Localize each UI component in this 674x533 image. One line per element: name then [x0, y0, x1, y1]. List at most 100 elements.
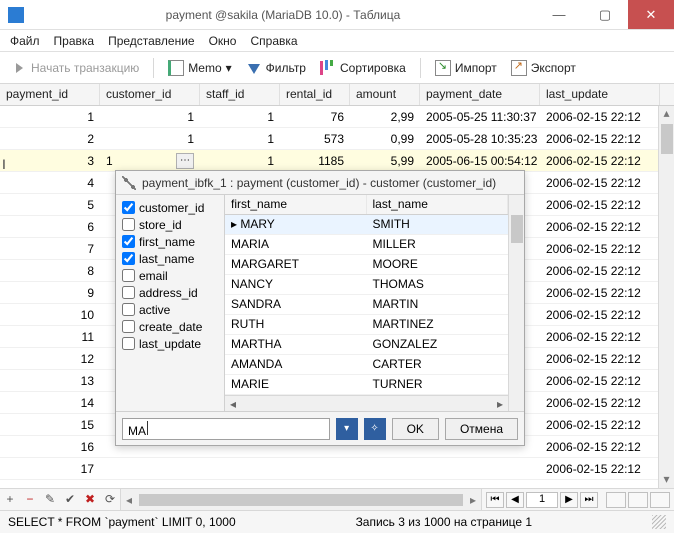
cell-payment-id[interactable]: 17 [0, 460, 100, 478]
fk-column-check[interactable]: create_date [122, 318, 218, 335]
export-button[interactable]: Экспорт [507, 58, 580, 78]
pager-prev[interactable]: ◀ [506, 492, 524, 508]
checkbox[interactable] [122, 269, 135, 282]
col-rental-id[interactable]: rental_id [280, 84, 350, 105]
cell-last-update[interactable]: 2006-02-15 22:12 [540, 460, 660, 478]
cell-customer-id[interactable]: 1 [100, 130, 200, 148]
cell-last-update[interactable]: 2006-02-15 22:12 [540, 240, 660, 258]
scroll-thumb[interactable] [661, 124, 673, 154]
scroll-up-icon[interactable]: ▴ [659, 106, 674, 122]
fk-horizontal-scrollbar[interactable]: ◂ ▸ [225, 395, 508, 411]
cell-last-update[interactable]: 2006-02-15 22:12 [540, 108, 660, 126]
cancel-button[interactable]: Отмена [445, 418, 518, 440]
checkbox[interactable] [122, 303, 135, 316]
cell-amount[interactable]: 2,99 [350, 108, 420, 126]
checkbox[interactable] [122, 337, 135, 350]
fk-result-row[interactable]: ▸ MARYSMITH [225, 215, 508, 235]
table-row[interactable]: 31⋯111855,992005-06-15 00:54:122006-02-1… [0, 150, 674, 172]
fk-column-check[interactable]: active [122, 301, 218, 318]
maximize-button[interactable]: ▢ [582, 0, 628, 29]
fk-filter-dropdown-button[interactable]: ▾ [336, 418, 358, 440]
nav-commit[interactable]: ✔ [60, 492, 80, 507]
fk-settings-button[interactable]: ✧ [364, 418, 386, 440]
fk-result-row[interactable]: RUTHMARTINEZ [225, 315, 508, 335]
close-button[interactable]: ✕ [628, 0, 674, 29]
view-mode-text[interactable] [650, 492, 670, 508]
scroll-down-icon[interactable]: ▾ [659, 472, 674, 488]
fk-col-first-name[interactable]: first_name [225, 195, 367, 214]
checkbox[interactable] [122, 235, 135, 248]
table-row[interactable]: 2115730,992005-05-28 10:35:232006-02-15 … [0, 128, 674, 150]
resize-grip[interactable] [652, 515, 666, 529]
cell-customer-id[interactable] [100, 467, 200, 471]
fk-result-row[interactable]: NANCYTHOMAS [225, 275, 508, 295]
scroll-right-icon[interactable]: ▸ [492, 397, 508, 411]
fk-column-check[interactable]: address_id [122, 284, 218, 301]
cell-last-update[interactable]: 2006-02-15 22:12 [540, 372, 660, 390]
cell-last-update[interactable]: 2006-02-15 22:12 [540, 152, 660, 170]
cell-payment-id[interactable]: 3 [0, 152, 100, 170]
cell-last-update[interactable]: 2006-02-15 22:12 [540, 174, 660, 192]
nav-cancel[interactable]: ✖ [80, 492, 100, 507]
cell-payment-date[interactable]: 2005-05-28 10:35:23 [420, 130, 540, 148]
view-mode-form[interactable] [628, 492, 648, 508]
col-staff-id[interactable]: staff_id [200, 84, 280, 105]
checkbox[interactable] [122, 218, 135, 231]
cell-payment-id[interactable]: 11 [0, 328, 100, 346]
cell-payment-id[interactable]: 6 [0, 218, 100, 236]
col-last-update[interactable]: last_update [540, 84, 660, 105]
checkbox[interactable] [122, 320, 135, 333]
view-mode-grid[interactable] [606, 492, 626, 508]
cell-last-update[interactable]: 2006-02-15 22:12 [540, 284, 660, 302]
cell-payment-id[interactable]: 14 [0, 394, 100, 412]
cell-payment-date[interactable]: 2005-05-25 11:30:37 [420, 108, 540, 126]
cell-last-update[interactable]: 2006-02-15 22:12 [540, 262, 660, 280]
menu-file[interactable]: Файл [10, 34, 40, 48]
cell-customer-id-editing[interactable]: 1⋯ [100, 151, 200, 171]
filter-button[interactable]: Фильтр [242, 59, 310, 77]
menu-view[interactable]: Представление [108, 34, 195, 48]
cell-staff-id[interactable]: 1 [200, 130, 280, 148]
cell-amount[interactable]: 0,99 [350, 130, 420, 148]
fk-result-row[interactable]: AMANDACARTER [225, 355, 508, 375]
import-button[interactable]: Импорт [431, 58, 501, 78]
col-payment-date[interactable]: payment_date [420, 84, 540, 105]
fk-col-last-name[interactable]: last_name [367, 195, 509, 214]
fk-result-row[interactable]: MARTHAGONZALEZ [225, 335, 508, 355]
col-amount[interactable]: amount [350, 84, 420, 105]
start-transaction-button[interactable]: Начать транзакцию [8, 58, 143, 78]
cell-payment-id[interactable]: 15 [0, 416, 100, 434]
nav-edit-row[interactable]: ✎ [40, 492, 60, 507]
cell-payment-id[interactable]: 7 [0, 240, 100, 258]
fk-filter-input[interactable]: MA [122, 418, 330, 440]
fk-column-check[interactable]: email [122, 267, 218, 284]
cell-payment-id[interactable]: 1 [0, 108, 100, 126]
cell-staff-id[interactable]: 1 [200, 152, 280, 170]
cell-payment-id[interactable]: 2 [0, 130, 100, 148]
table-row[interactable]: 111762,992005-05-25 11:30:372006-02-15 2… [0, 106, 674, 128]
cell-customer-id[interactable]: 1 [100, 108, 200, 126]
cell-staff-id[interactable] [200, 467, 280, 471]
cell-payment-date[interactable] [420, 467, 540, 471]
menu-edit[interactable]: Правка [54, 34, 95, 48]
checkbox[interactable] [122, 286, 135, 299]
cell-rental-id[interactable] [280, 467, 350, 471]
cell-payment-id[interactable]: 5 [0, 196, 100, 214]
fk-lookup-button[interactable]: ⋯ [176, 153, 194, 169]
cell-last-update[interactable]: 2006-02-15 22:12 [540, 438, 660, 456]
fk-column-check[interactable]: store_id [122, 216, 218, 233]
cell-rental-id[interactable]: 1185 [280, 152, 350, 170]
fk-result-row[interactable]: MARIETURNER [225, 375, 508, 395]
pager-first[interactable]: ⏮ [486, 492, 504, 508]
fk-result-row[interactable]: MARGARETMOORE [225, 255, 508, 275]
cell-payment-id[interactable]: 10 [0, 306, 100, 324]
scroll-left-icon[interactable]: ◂ [225, 397, 241, 411]
nav-add-row[interactable]: + [0, 493, 20, 507]
cell-last-update[interactable]: 2006-02-15 22:12 [540, 416, 660, 434]
cell-rental-id[interactable]: 76 [280, 108, 350, 126]
pager-page-input[interactable]: 1 [526, 492, 558, 508]
hscroll-thumb[interactable] [139, 494, 463, 506]
scroll-left-icon[interactable]: ◂ [121, 493, 137, 507]
cell-payment-id[interactable]: 8 [0, 262, 100, 280]
col-payment-id[interactable]: payment_id [0, 84, 100, 105]
